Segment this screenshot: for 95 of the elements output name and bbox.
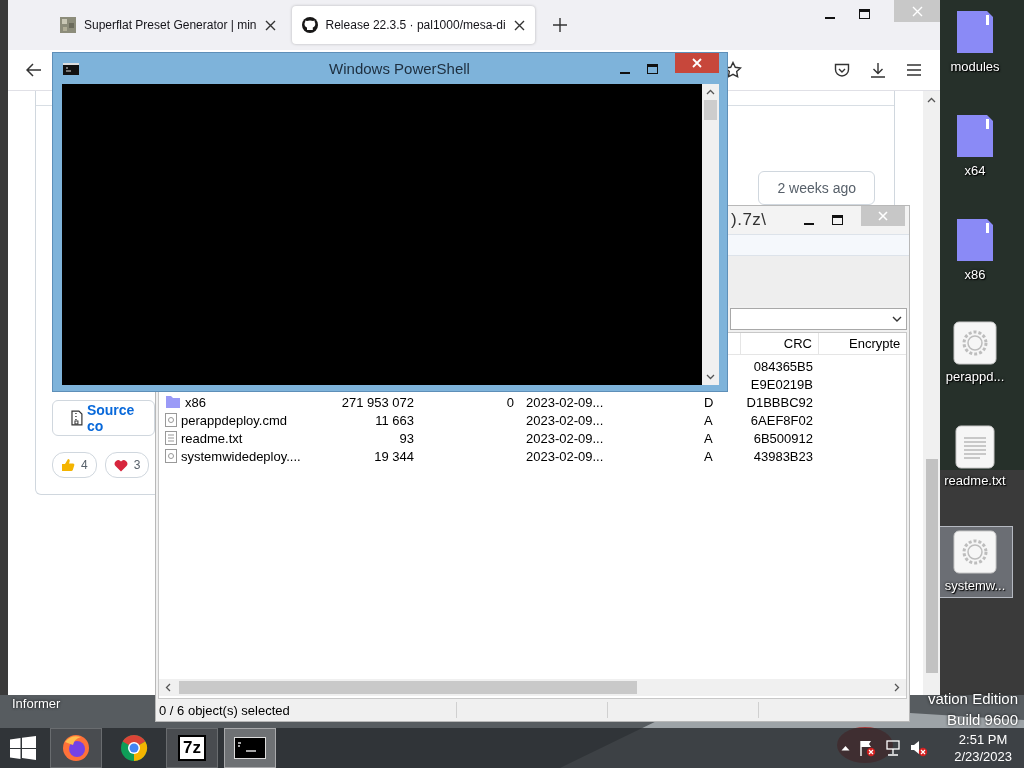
file-name: readme.txt [181,430,243,446]
cat-logo-icon [301,17,318,33]
reaction-button[interactable]: 3 [104,452,150,478]
table-cell: 271 953 072 [341,394,414,410]
table-cell: 19 344 [374,448,414,464]
column-header[interactable]: CRC [741,333,819,354]
desktop-item[interactable]: modules [937,6,1013,78]
table-cell: A [704,448,713,464]
table-cell: 084365B5 [753,358,813,374]
browser-tab[interactable]: Superflat Preset Generator | min [50,6,286,44]
desktop-item[interactable]: x86 [937,214,1013,286]
up-caret-icon[interactable] [841,745,851,751]
icon-label: perappd... [945,369,1005,384]
scrollbar[interactable] [702,84,719,385]
source-link[interactable]: Source co [52,400,155,436]
window-title: Windows PowerShell [328,60,471,77]
close-icon[interactable] [264,19,276,31]
zip-file-icon [71,410,83,426]
document-icon [953,425,997,469]
table-cell: A [704,430,713,446]
fox-globe-icon [62,734,90,762]
browser-tab[interactable]: Release 22.3.5 · pal1000/mesa-di [291,6,535,44]
console-icon [63,62,79,75]
file-name: x86 [185,394,206,410]
table-cell: 2023-02-09... [526,394,604,410]
scroll-thumb[interactable] [179,681,637,694]
gear-file-icon [165,449,177,463]
table-cell: 0 [506,394,514,410]
maximize-icon[interactable] [859,9,870,19]
plus-icon[interactable] [552,18,567,32]
icon-label: x86 [964,267,986,282]
table-cell: 2023-02-09... [526,430,604,446]
folder-icon [165,395,181,409]
table-cell: 43983B23 [753,448,813,464]
table-cell: 11 663 [375,412,414,428]
desktop-item[interactable]: readme.txt [937,422,1013,494]
thumbs-up-icon [61,458,75,472]
taskbar-button[interactable] [224,728,276,768]
console-icon [234,737,266,759]
desktop-item[interactable]: x64 [937,110,1013,182]
tab-title: Superflat Preset Generator | min [84,18,257,32]
table-cell: 2023-02-09... [526,412,604,428]
edition-text: vation Edition [927,689,1018,709]
gear-file-icon [165,413,177,427]
close-icon [692,58,702,68]
gear-icon [953,321,997,365]
menu-icon[interactable] [906,63,922,77]
text-file-icon [165,431,177,445]
file-name: systemwidedeploy.... [181,448,301,464]
icon-label: readme.txt [944,473,1006,488]
window-title: ).7z\ [731,210,767,230]
table-cell: E9E0219B [750,376,813,392]
table-cell: 6B500912 [753,430,813,446]
desktop-item[interactable]: systemw... [937,526,1013,598]
network-icon[interactable] [884,739,903,757]
download-icon[interactable] [870,62,886,78]
status-text: 0 / 6 object(s) selected [158,702,291,718]
speaker-muted-icon[interactable] [910,739,929,757]
windows-logo-icon[interactable] [10,736,36,760]
back-arrow-icon[interactable] [26,63,42,77]
scrollbar[interactable] [923,91,940,695]
maximize-icon[interactable] [647,63,658,74]
tab-title: Release 22.3.5 · pal1000/mesa-di [325,18,506,32]
table-cell: D1BBBC92 [746,394,813,410]
icon-label: x64 [964,163,986,178]
tile-icon [60,17,76,33]
gear-icon [953,530,997,574]
scrollbar[interactable] [159,679,906,696]
close-button[interactable] [675,53,719,73]
table-cell: 93 [399,430,414,446]
table-cell: A [704,412,713,428]
table-cell: 2023-02-09... [526,448,604,464]
heart-icon [113,458,128,472]
flag-alert-icon[interactable] [858,739,877,757]
close-icon [911,5,923,17]
address-field[interactable] [730,308,907,330]
icon-label: systemw... [944,578,1006,593]
pocket-icon[interactable] [834,62,850,78]
maximize-icon[interactable] [832,215,843,225]
chevron-down-icon [892,316,902,322]
clock[interactable]: 2:51 PM 2/23/2023 [954,731,1012,765]
reaction-button[interactable]: 4 [52,452,97,478]
chrome-circle-icon [120,734,148,762]
file-name: perappdeploy.cmd [181,412,287,428]
column-header[interactable]: Encrypte [819,333,906,354]
table-cell: D [704,394,714,410]
desktop-item[interactable]: perappd... [937,318,1013,390]
close-icon[interactable] [513,19,525,31]
close-icon [878,211,888,221]
icon-label: Informer [12,696,61,711]
icon-label: modules [950,59,1000,74]
scroll-thumb[interactable] [925,459,938,673]
table-cell: 6AEF8F02 [750,412,813,428]
taskbar-button[interactable]: 7z [166,728,218,768]
scroll-thumb[interactable] [704,100,717,120]
